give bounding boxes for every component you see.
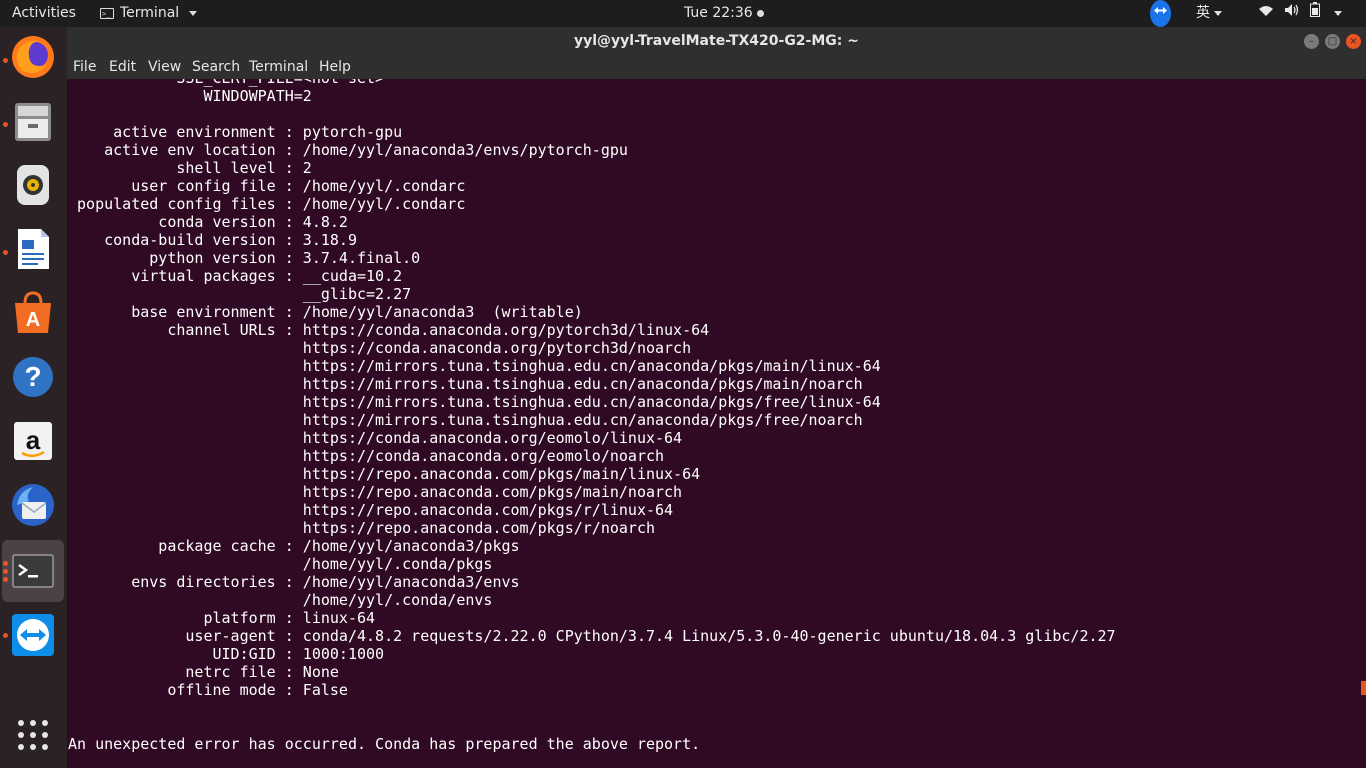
app-menu[interactable]: >_ Terminal <box>100 0 198 27</box>
running-indicator <box>3 569 8 574</box>
volume-icon <box>1284 0 1300 27</box>
clock-label: Tue 22:36 <box>684 5 753 21</box>
window-title: yyl@yyl-TravelMate-TX420-G2-MG: ~ <box>573 33 859 49</box>
files-icon[interactable] <box>9 97 57 145</box>
chevron-down-icon <box>1334 11 1342 16</box>
chevron-down-icon <box>1214 10 1222 16</box>
rhythmbox-icon[interactable] <box>9 161 57 209</box>
running-indicator <box>3 633 8 638</box>
running-indicator <box>3 122 8 127</box>
svg-text:A: A <box>26 309 40 331</box>
amazon-icon[interactable]: a <box>9 417 57 465</box>
chevron-down-icon <box>189 11 198 16</box>
help-icon[interactable]: ? <box>9 353 57 401</box>
battery-icon <box>1310 0 1320 27</box>
system-menu[interactable] <box>1258 0 1342 27</box>
terminal-output: SSL_CERT_FILE=<not set> WINDOWPATH=2 act… <box>68 79 1116 753</box>
maximize-icon: □ <box>1327 36 1338 47</box>
menu-view[interactable]: View <box>148 59 181 75</box>
activities-button[interactable]: Activities <box>12 0 76 27</box>
svg-text:a: a <box>26 425 41 455</box>
window-titlebar[interactable]: yyl@yyl-TravelMate-TX420-G2-MG: ~ – □ × <box>67 27 1366 57</box>
running-indicator <box>3 577 8 582</box>
menu-terminal[interactable]: Terminal <box>249 59 308 75</box>
svg-text:?: ? <box>24 361 41 392</box>
input-method-label: 英 <box>1196 5 1210 21</box>
terminal-small-icon: >_ <box>100 8 114 19</box>
teamviewer-icon[interactable] <box>9 611 57 659</box>
running-indicator <box>3 250 8 255</box>
app-menu-label: Terminal <box>120 5 180 21</box>
menu-edit[interactable]: Edit <box>109 59 136 75</box>
close-icon: × <box>1349 36 1358 47</box>
input-method-menu[interactable]: 英 <box>1196 0 1222 27</box>
menu-help[interactable]: Help <box>319 59 351 75</box>
wifi-icon <box>1258 0 1274 27</box>
menubar: File Edit View Search Terminal Help <box>67 57 1366 79</box>
maximize-button[interactable]: □ <box>1325 34 1340 49</box>
show-apps-icon[interactable] <box>9 711 57 759</box>
dock: A ? a <box>0 27 67 768</box>
close-button[interactable]: × <box>1346 34 1361 49</box>
teamviewer-tray-icon[interactable] <box>1150 0 1171 27</box>
software-icon[interactable]: A <box>9 289 57 337</box>
thunderbird-icon[interactable] <box>9 481 57 529</box>
running-indicator <box>3 561 8 566</box>
clock[interactable]: Tue 22:36 <box>684 0 764 27</box>
running-indicator <box>3 58 8 63</box>
terminal-area[interactable]: SSL_CERT_FILE=<not set> WINDOWPATH=2 act… <box>67 79 1366 768</box>
terminal-icon[interactable] <box>9 547 57 595</box>
notification-dot-icon <box>756 9 764 17</box>
menu-search[interactable]: Search <box>192 59 240 75</box>
minimize-button[interactable]: – <box>1304 34 1319 49</box>
minimize-icon: – <box>1309 36 1314 47</box>
writer-icon[interactable] <box>9 225 57 273</box>
top-panel: Activities >_ Terminal Tue 22:36 英 <box>0 0 1366 27</box>
scrollbar-thumb[interactable] <box>1361 681 1366 695</box>
firefox-icon[interactable] <box>9 33 57 81</box>
menu-file[interactable]: File <box>73 59 96 75</box>
